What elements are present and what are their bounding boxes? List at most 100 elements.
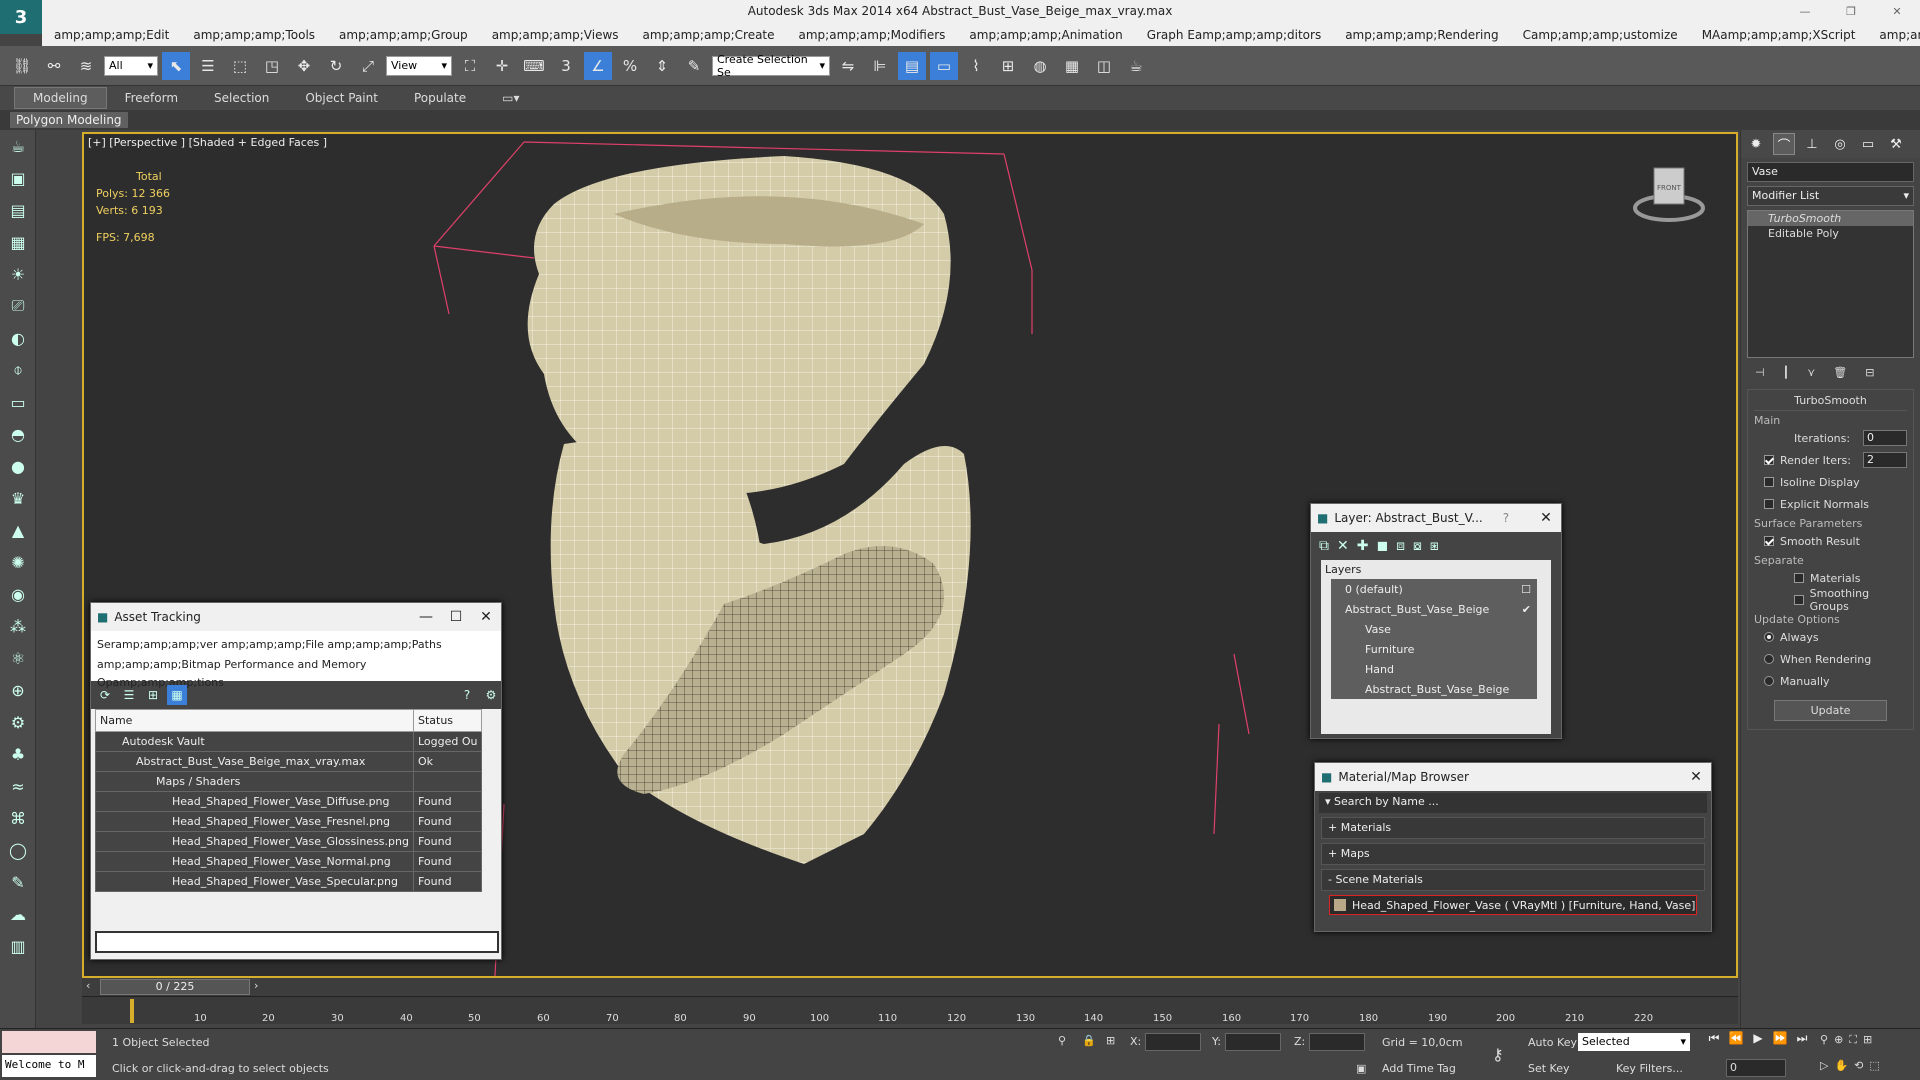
z-coord-field[interactable]	[1309, 1033, 1366, 1051]
ref-coord-dropdown[interactable]: View ▾	[386, 55, 452, 76]
minimize-icon[interactable]: —	[411, 609, 441, 625]
cloth-icon[interactable]: ⌘	[0, 802, 36, 834]
scale-icon[interactable]: ⤢	[354, 52, 382, 80]
isolate-icon[interactable]: ⚲	[1058, 1034, 1066, 1047]
key-mode-dropdown[interactable]: Selected ▾	[1578, 1033, 1690, 1051]
show-end-result-icon[interactable]: ┃	[1783, 366, 1790, 379]
camera-icon[interactable]: ⎚	[0, 290, 36, 322]
list-icon[interactable]: ☰	[119, 685, 139, 705]
manually-radio[interactable]	[1764, 676, 1774, 686]
sphere-icon[interactable]: ●	[0, 450, 36, 482]
cone-icon[interactable]: ▲	[0, 514, 36, 546]
edit-named-selection-icon[interactable]: ✎	[680, 52, 708, 80]
select-manipulate-icon[interactable]: ✛	[488, 52, 516, 80]
when-rendering-radio[interactable]	[1764, 654, 1774, 664]
app-logo-icon[interactable]: 3	[0, 0, 42, 34]
menu-tools[interactable]: amp;amp;amp;Tools	[181, 28, 327, 42]
restore-icon[interactable]: ❐	[1828, 0, 1874, 24]
menu-help[interactable]: amp;amp;amp;Help	[1867, 28, 1920, 42]
mirror-icon[interactable]: ⇋	[834, 52, 862, 80]
key-icon[interactable]: ⚷	[1492, 1045, 1504, 1064]
menu-rendering[interactable]: amp;amp;amp;Rendering	[1333, 28, 1510, 42]
teapot-icon[interactable]: ☕	[0, 130, 36, 162]
y-coord-field[interactable]	[1224, 1033, 1281, 1051]
play-icon[interactable]: ▶	[1750, 1031, 1766, 1051]
table-icon[interactable]: ▦	[167, 685, 187, 705]
layer-explorer-icon[interactable]: ▤	[898, 51, 926, 80]
render-iters-spinner[interactable]: 2	[1863, 452, 1907, 468]
select-object-icon[interactable]: ⬉	[162, 51, 190, 80]
helper-icon[interactable]: ◐	[0, 322, 36, 354]
add-to-layer-icon[interactable]: ✚	[1357, 538, 1369, 554]
fov-icon[interactable]: ▷	[1820, 1059, 1828, 1072]
script-icon[interactable]: ✎	[0, 866, 36, 898]
lock-icon[interactable]: 🔒	[1082, 1034, 1096, 1047]
gear-icon[interactable]: ⚙	[0, 706, 36, 738]
rollout-title[interactable]: TurboSmooth	[1754, 394, 1907, 411]
list-item[interactable]: Vase	[1331, 619, 1537, 639]
pan-icon[interactable]: ✋	[1834, 1059, 1848, 1072]
select-by-name-icon[interactable]: ☰	[194, 52, 222, 80]
hierarchy-tab-icon[interactable]: ⊥	[1801, 133, 1823, 155]
polygon-modeling-panel[interactable]: Polygon Modeling	[10, 112, 128, 128]
smoothing-groups-checkbox[interactable]	[1794, 595, 1804, 605]
col-status[interactable]: Status	[412, 709, 483, 732]
go-to-start-icon[interactable]: ⏮	[1706, 1031, 1722, 1051]
close-icon[interactable]: ✕	[471, 609, 501, 625]
align-icon[interactable]: ⊫	[866, 52, 894, 80]
scene-material-item[interactable]: Head_Shaped_Flower_Vase ( VRayMtl ) [Fur…	[1329, 895, 1697, 915]
spinner-snap-icon[interactable]: ⇕	[648, 52, 676, 80]
light-icon[interactable]: ☀	[0, 258, 36, 290]
list-item[interactable]: Hand	[1331, 659, 1537, 679]
asset-tracking-titlebar[interactable]: ■ Asset Tracking — ☐ ✕	[91, 603, 501, 631]
previous-frame-icon[interactable]: ⏪	[1728, 1031, 1744, 1051]
compass-icon[interactable]: ⊕	[0, 674, 36, 706]
zoom-extents-icon[interactable]: ⛶	[1849, 1033, 1857, 1047]
menu-views[interactable]: amp;amp;amp;Views	[480, 28, 631, 42]
absolute-mode-icon[interactable]: ⊞	[1106, 1034, 1115, 1047]
asset-path-field[interactable]	[95, 931, 499, 953]
menu-animation[interactable]: amp;amp;amp;Animation	[957, 28, 1134, 42]
highlight-layer-icon[interactable]: ⧈	[1396, 538, 1405, 554]
minimize-icon[interactable]: —	[1782, 0, 1828, 24]
render-icon[interactable]: ▣	[0, 162, 36, 194]
materials-section[interactable]: + Materials	[1321, 817, 1705, 839]
chevron-left-icon[interactable]: ‹	[86, 979, 90, 992]
scene-materials-section[interactable]: - Scene Materials	[1321, 869, 1705, 891]
sun-icon[interactable]: ✺	[0, 546, 36, 578]
object-name-field[interactable]: Vase	[1747, 162, 1914, 182]
rendered-frame-icon[interactable]: ◫	[1090, 52, 1118, 80]
ribbon-toggle-icon[interactable]: ▭	[930, 51, 958, 80]
named-selection-dropdown[interactable]: Create Selection Se ▾	[712, 53, 830, 79]
table-row[interactable]: Head_Shaped_Flower_Vase_Normal.png Found	[95, 851, 483, 872]
percent-snap-icon[interactable]: %	[616, 52, 644, 80]
frame-cursor[interactable]	[130, 999, 134, 1023]
particles-icon[interactable]: ⁂	[0, 610, 36, 642]
help-icon[interactable]: ?	[457, 685, 477, 705]
orbit-icon[interactable]: ⟲	[1854, 1059, 1863, 1072]
tab-modeling[interactable]: Modeling	[14, 87, 107, 109]
globe-icon[interactable]: ◯	[0, 834, 36, 866]
time-tag-icon[interactable]: ▣	[1356, 1062, 1366, 1075]
menu-graph-editors[interactable]: Graph Eamp;amp;amp;ditors	[1135, 28, 1334, 42]
display-tab-icon[interactable]: ▭	[1857, 133, 1879, 155]
ribbon-options-icon[interactable]: ▭▾	[484, 88, 537, 108]
angle-snap-icon[interactable]: ∠	[584, 51, 612, 80]
rect-selection-icon[interactable]: ⬚	[226, 52, 254, 80]
next-frame-icon[interactable]: ⏩	[1772, 1031, 1788, 1051]
make-unique-icon[interactable]: ⋎	[1807, 366, 1815, 379]
smooth-result-checkbox[interactable]	[1764, 536, 1774, 546]
isoline-checkbox[interactable]	[1764, 477, 1774, 487]
tree-icon[interactable]: ⊞	[143, 685, 163, 705]
pin-stack-icon[interactable]: ⊣	[1755, 366, 1765, 379]
layer-help-icon[interactable]: ?	[1503, 511, 1509, 525]
cloud-icon[interactable]: ☁	[0, 898, 36, 930]
menu-edit[interactable]: amp;amp;amp;Edit	[42, 28, 181, 42]
snap-3d-icon[interactable]: 3	[552, 52, 580, 80]
maps-section[interactable]: + Maps	[1321, 843, 1705, 865]
material-browser-titlebar[interactable]: ■ Material/Map Browser ✕	[1315, 763, 1711, 791]
bind-spacewarp-icon[interactable]: ≋	[72, 52, 100, 80]
disc-icon[interactable]: ◉	[0, 578, 36, 610]
menu-group[interactable]: amp;amp;amp;Group	[327, 28, 480, 42]
grid-icon[interactable]: ▦	[0, 226, 36, 258]
